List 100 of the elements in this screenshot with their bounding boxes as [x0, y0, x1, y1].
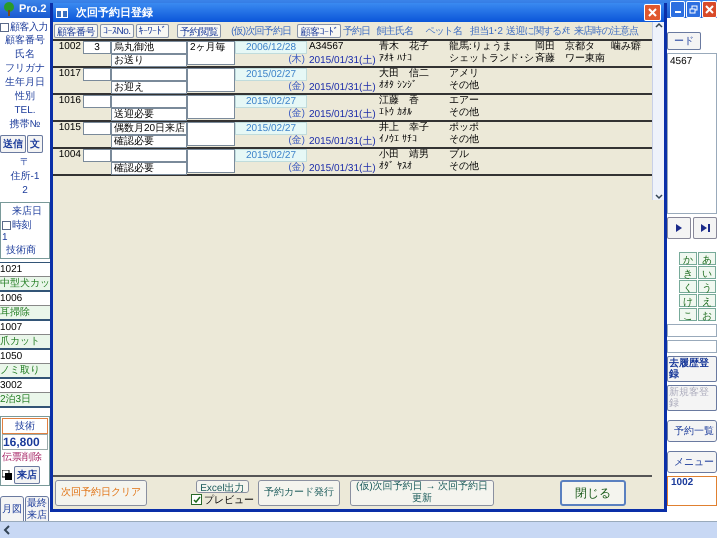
- scroll-up-icon[interactable]: [654, 22, 662, 28]
- scroll-down-icon[interactable]: [654, 194, 662, 200]
- item-name[interactable]: 爪カット: [0, 335, 50, 350]
- delete-label: 伝票削除: [2, 450, 43, 464]
- menu-button[interactable]: 予約一覧: [667, 420, 717, 442]
- item-name[interactable]: ノミ取り: [0, 364, 50, 379]
- toolbar-button[interactable]: 文: [27, 135, 43, 153]
- item-code[interactable]: 3002: [0, 379, 50, 393]
- keyword-field[interactable]: [187, 122, 235, 146]
- table-cell-text: 1002: [58, 41, 82, 54]
- excel-button[interactable]: Excel出力: [196, 480, 249, 492]
- item-code[interactable]: 1050: [0, 350, 50, 364]
- memo-field[interactable]: [111, 149, 187, 162]
- memo-field[interactable]: 烏丸御池: [111, 41, 187, 54]
- column-header: 担当1･2: [470, 24, 502, 38]
- checkbox[interactable]: [191, 494, 202, 505]
- memo-field[interactable]: お迎え: [111, 81, 187, 94]
- item-name[interactable]: 2泊3日: [0, 393, 50, 408]
- item-code[interactable]: 1007: [0, 321, 50, 335]
- memo-field[interactable]: 偶数月20日来店: [111, 122, 187, 135]
- visit-button[interactable]: 来店: [14, 466, 40, 484]
- close-icon[interactable]: [644, 4, 661, 21]
- kana-button[interactable]: く: [679, 280, 697, 293]
- history-button[interactable]: 去履歴登録: [667, 356, 717, 382]
- scroll-left-icon[interactable]: [3, 525, 11, 535]
- table-cell-text: ポッポ: [449, 122, 480, 134]
- dialog-title: 次回予約日登録: [76, 6, 153, 20]
- kana-button[interactable]: か: [679, 252, 697, 265]
- column-header: 来店時の注意点: [574, 24, 638, 38]
- memo-field[interactable]: [111, 95, 187, 108]
- sort-button[interactable]: 予約閲覧: [177, 24, 222, 38]
- next-icon[interactable]: [667, 217, 691, 239]
- menu-button[interactable]: メニュー: [667, 451, 717, 473]
- date-field[interactable]: 2015/02/27: [235, 68, 307, 81]
- input-field[interactable]: [667, 340, 717, 353]
- item-name[interactable]: 中型犬カッ: [0, 277, 50, 292]
- last-icon[interactable]: [693, 217, 717, 239]
- memo-field[interactable]: 送迎必要: [111, 108, 187, 121]
- keyword-field[interactable]: 2ヶ月毎: [187, 41, 235, 65]
- close-button[interactable]: 閉じる: [560, 480, 626, 506]
- course-field[interactable]: [83, 122, 111, 135]
- checkbox[interactable]: [2, 220, 11, 230]
- kana-button[interactable]: け: [679, 294, 697, 307]
- field-label: 住所-1: [10, 170, 40, 184]
- table-cell-text: 2015/01/31(土): [308, 109, 375, 121]
- sort-button[interactable]: ｷｰﾜｰﾄﾞ: [136, 24, 170, 38]
- date-field[interactable]: 2015/02/27: [235, 95, 307, 108]
- item-code[interactable]: 1021: [0, 263, 50, 277]
- course-field[interactable]: [83, 95, 111, 108]
- course-field[interactable]: [83, 149, 111, 162]
- table-cell-text: 斉藤: [535, 53, 556, 65]
- item-name[interactable]: 耳掃除: [0, 306, 50, 321]
- field-label: 性別: [15, 90, 35, 104]
- update-button[interactable]: (仮)次回予約日 → 次回予約日 更新: [350, 480, 494, 506]
- close-icon[interactable]: [702, 0, 717, 18]
- course-field[interactable]: 3: [83, 41, 111, 54]
- kana-button[interactable]: あ: [698, 252, 716, 265]
- keyword-field[interactable]: [187, 95, 235, 119]
- kana-button[interactable]: う: [698, 280, 716, 293]
- date-field[interactable]: 2006/12/28: [235, 41, 307, 54]
- weekday: (金): [287, 135, 306, 147]
- code-button[interactable]: ード: [667, 32, 701, 50]
- memo-field[interactable]: 確認必要: [111, 162, 187, 175]
- keyword-field[interactable]: [187, 149, 235, 173]
- kana-button[interactable]: お: [698, 308, 716, 321]
- restore-icon[interactable]: [686, 0, 701, 18]
- print-card-button[interactable]: 予約カード発行: [258, 480, 340, 506]
- memo-field[interactable]: お送り: [111, 54, 187, 67]
- vertical-scrollbar[interactable]: [652, 22, 664, 200]
- sort-button[interactable]: 顧客ｺｰﾄﾞ: [297, 24, 341, 38]
- input-field[interactable]: [667, 324, 717, 337]
- course-field[interactable]: [83, 68, 111, 81]
- kana-button[interactable]: き: [679, 266, 697, 279]
- table-cell-text: 2015/01/31(土): [308, 136, 375, 148]
- field-label: 〒: [20, 156, 30, 170]
- item-code[interactable]: 1006: [0, 292, 50, 306]
- keyword-field[interactable]: [187, 68, 235, 92]
- minimize-icon[interactable]: [670, 0, 685, 18]
- table-cell-text: A34567: [308, 41, 344, 53]
- total-label: 技術: [2, 418, 48, 434]
- app-title: Pro.2: [19, 3, 47, 15]
- customer-list[interactable]: 4567: [667, 53, 717, 214]
- memo-field[interactable]: [111, 68, 187, 81]
- column-header: 飼主氏名: [376, 24, 414, 38]
- kana-button[interactable]: い: [698, 266, 716, 279]
- date-field[interactable]: 2015/02/27: [235, 149, 307, 162]
- sort-button[interactable]: 顧客番号: [54, 24, 98, 38]
- checkbox[interactable]: [0, 22, 9, 32]
- table-cell-text: その他: [449, 161, 480, 173]
- horizontal-scrollbar[interactable]: [0, 521, 717, 538]
- kana-button[interactable]: え: [698, 294, 716, 307]
- toolbar-button[interactable]: 送信: [0, 135, 26, 153]
- checkbox-label: 時刻: [12, 218, 31, 232]
- table-cell-text: ｱｵｷ ﾊﾅｺ: [379, 53, 413, 65]
- date-field[interactable]: 2015/02/27: [235, 122, 307, 135]
- sort-button[interactable]: ｺｰｽNo.: [100, 24, 134, 38]
- copy-icon[interactable]: [2, 470, 12, 480]
- memo-field[interactable]: 確認必要: [111, 135, 187, 148]
- kana-button[interactable]: こ: [679, 308, 697, 321]
- list-item[interactable]: 4567: [670, 56, 714, 67]
